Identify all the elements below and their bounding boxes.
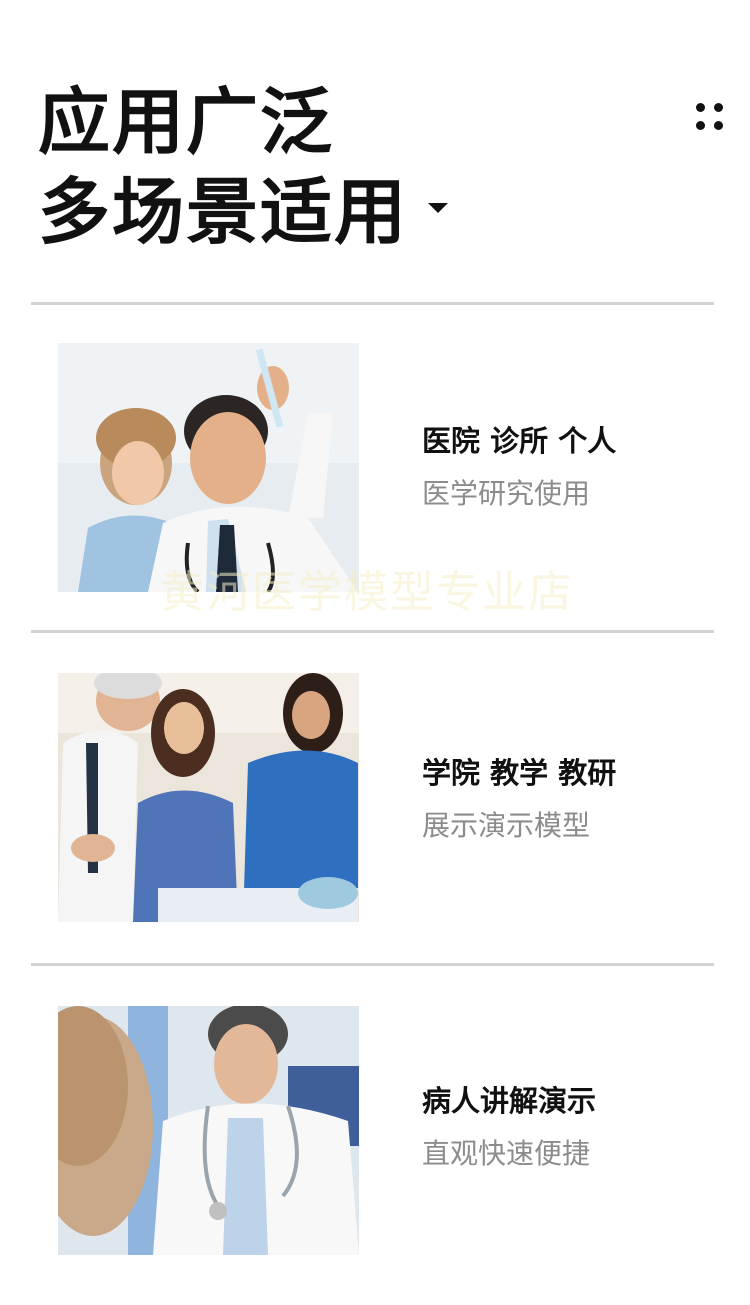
doctors-lab-photo	[58, 343, 359, 592]
more-dots-icon[interactable]	[694, 102, 728, 132]
item-subtitle: 直观快速便捷	[422, 1137, 591, 1170]
item-title: 医院 诊所 个人	[422, 424, 617, 458]
teaching-class-photo	[58, 673, 359, 922]
item-subtitle: 医学研究使用	[422, 477, 591, 510]
watermark-text: 黄河医学模型专业店	[160, 567, 574, 618]
caret-down-icon[interactable]	[428, 203, 448, 213]
divider	[31, 302, 714, 305]
item-title: 病人讲解演示	[422, 1084, 597, 1118]
doctor-patient-photo	[58, 1006, 359, 1255]
item-title: 学院 教学 教研	[422, 756, 617, 790]
page-title-line-1: 应用广泛	[38, 80, 335, 164]
page-title-line-2: 多场景适用	[38, 170, 409, 254]
divider	[31, 963, 714, 966]
item-subtitle: 展示演示模型	[422, 809, 591, 842]
divider	[31, 630, 714, 633]
